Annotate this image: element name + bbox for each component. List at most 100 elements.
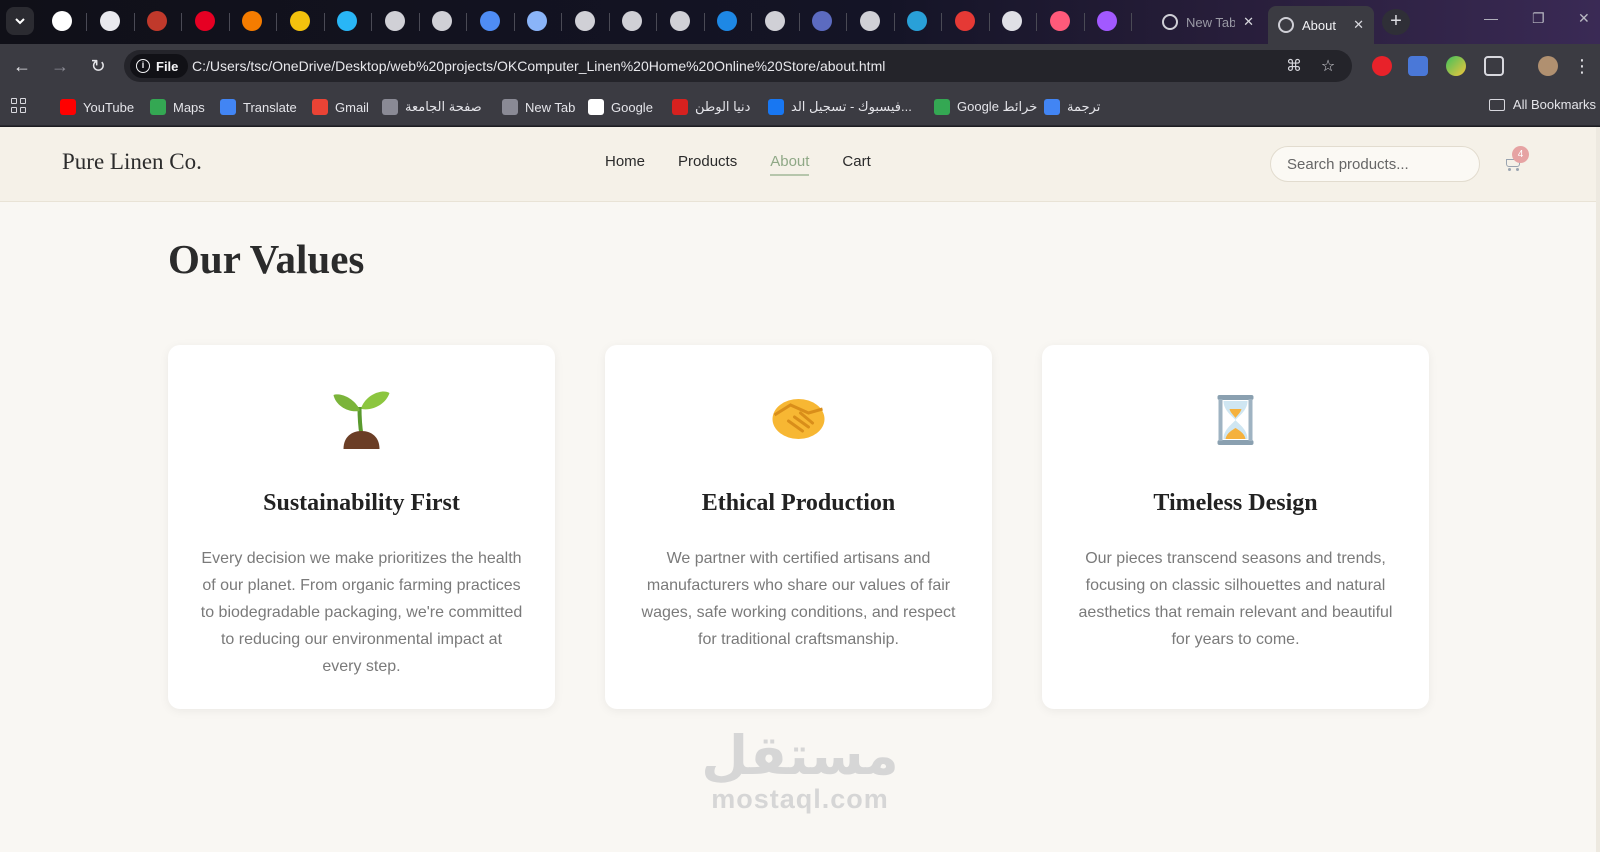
seedling-icon: [333, 391, 390, 449]
tab-title: About: [1302, 17, 1336, 33]
tab-title: New Tab: [1186, 14, 1236, 30]
translate-page-icon[interactable]: ⌘: [1284, 56, 1304, 76]
pinned-tab[interactable]: [470, 6, 510, 36]
bookmark-item[interactable]: دنيا الوطن: [672, 97, 750, 117]
nav-home[interactable]: Home: [605, 153, 645, 176]
pinned-tab[interactable]: [137, 6, 177, 36]
color-extension-icon[interactable]: [1446, 56, 1466, 76]
pinned-tab[interactable]: [660, 6, 700, 36]
gmail-icon: [312, 99, 328, 115]
hourglass-icon: [1217, 395, 1254, 445]
pinned-tab[interactable]: [945, 6, 985, 36]
card-title: Timeless Design: [1153, 490, 1318, 516]
pinned-tab[interactable]: [707, 6, 747, 36]
bookmark-item[interactable]: Maps: [150, 97, 205, 117]
bookmark-label: Google: [611, 99, 653, 115]
info-icon: i: [136, 59, 150, 73]
tab-about[interactable]: About ✕: [1268, 6, 1374, 44]
bookmark-label: Translate: [243, 99, 297, 115]
bookmark-label: New Tab: [525, 99, 576, 115]
bookmark-item[interactable]: YouTube: [60, 97, 134, 117]
profile-avatar[interactable]: [1538, 56, 1558, 76]
tab-separator: [798, 13, 800, 31]
page-viewport: Pure Linen Co. Home Products About Cart …: [0, 127, 1600, 852]
url-text[interactable]: C:/Users/tsc/OneDrive/Desktop/web%20proj…: [192, 58, 885, 74]
bookmark-item[interactable]: Google خرائط: [934, 97, 1037, 117]
forward-icon[interactable]: →: [48, 54, 72, 78]
chrome-icon: [1162, 14, 1178, 30]
page-scrollbar[interactable]: [1596, 127, 1600, 852]
site-info-chip[interactable]: i File: [130, 54, 189, 78]
globe-icon: [764, 11, 785, 31]
restore-icon[interactable]: ❐: [1532, 10, 1545, 27]
bookmark-label: فيسبوك - تسجيل الد...: [791, 99, 912, 114]
bookmark-star-icon[interactable]: ☆: [1318, 56, 1338, 76]
site-header: Pure Linen Co. Home Products About Cart …: [0, 127, 1600, 202]
translate-icon: [1044, 99, 1060, 115]
new-tab-button[interactable]: +: [1382, 9, 1410, 35]
site-logo[interactable]: Pure Linen Co.: [62, 149, 202, 175]
pinned-tab[interactable]: [565, 6, 605, 36]
top-icon: [954, 11, 975, 31]
back-icon[interactable]: ←: [10, 54, 34, 78]
tab-new-tab[interactable]: New Tab ✕: [1152, 6, 1264, 38]
pinned-tab[interactable]: [897, 6, 937, 36]
nav-cart[interactable]: Cart: [842, 153, 870, 176]
pinned-tab[interactable]: [517, 6, 557, 36]
speedtest-icon: [147, 11, 167, 31]
pinned-tab[interactable]: [802, 6, 842, 36]
reload-icon[interactable]: ↻: [86, 54, 110, 78]
card-text: Our pieces transcend seasons and trends,…: [1078, 550, 1393, 648]
pinned-tab[interactable]: [185, 6, 225, 36]
minimize-icon[interactable]: —: [1484, 10, 1498, 26]
tab-separator: [181, 13, 182, 31]
pinned-tab[interactable]: [375, 6, 415, 36]
bookmark-item[interactable]: New Tab: [502, 97, 575, 117]
scheme-label: File: [156, 58, 179, 74]
tab-separator: [988, 13, 990, 31]
all-bookmarks-label: All Bookmarks: [1512, 97, 1596, 112]
address-bar[interactable]: i File C:/Users/tsc/OneDrive/Desktop/web…: [124, 50, 1352, 82]
pinned-tab[interactable]: [280, 6, 320, 36]
facebook-icon: [768, 99, 784, 115]
pinned-tab[interactable]: [992, 6, 1032, 36]
tab-search-button[interactable]: [6, 7, 34, 35]
all-bookmarks-button[interactable]: All Bookmarks: [1488, 97, 1596, 112]
pinned-tab[interactable]: [327, 6, 367, 36]
bookmark-item[interactable]: ترجمة: [1044, 97, 1100, 117]
globe-icon: [502, 99, 518, 115]
search-input[interactable]: [1270, 146, 1480, 182]
tab-separator: [513, 13, 515, 31]
pinned-tab[interactable]: [42, 6, 82, 36]
adblock-extension-icon[interactable]: [1372, 56, 1392, 76]
pinned-tab[interactable]: [1040, 6, 1080, 36]
tab-separator: [86, 13, 87, 31]
menu-kebab-icon[interactable]: ⋮: [1570, 54, 1594, 78]
pinned-tab[interactable]: [90, 6, 130, 36]
bookmark-item[interactable]: Google: [588, 97, 653, 117]
bookmark-label: Google خرائط: [957, 99, 1038, 114]
extensions-puzzle-icon[interactable]: [1484, 56, 1504, 76]
nav-products[interactable]: Products: [678, 153, 737, 176]
tab-separator: [561, 13, 562, 31]
pinned-tab[interactable]: [755, 6, 795, 36]
news-icon: [672, 99, 688, 115]
pinned-tab[interactable]: [422, 6, 462, 36]
pinned-tab[interactable]: [850, 6, 890, 36]
bookmark-item[interactable]: صفحة الجامعة: [382, 97, 482, 117]
translate-extension-icon[interactable]: [1408, 56, 1428, 76]
bookmark-item[interactable]: فيسبوك - تسجيل الد...: [768, 97, 912, 117]
heart-icon: [1049, 11, 1070, 31]
close-icon[interactable]: ✕: [1353, 17, 1364, 33]
pinned-tab[interactable]: [1087, 6, 1127, 36]
pinned-tab[interactable]: [612, 6, 652, 36]
apps-grid-icon[interactable]: [11, 98, 27, 114]
nav-about[interactable]: About: [770, 153, 810, 176]
bookmark-item[interactable]: Translate: [220, 97, 297, 117]
pinned-tab[interactable]: [232, 6, 272, 36]
close-window-icon[interactable]: ✕: [1578, 10, 1590, 27]
close-icon[interactable]: ✕: [1243, 14, 1254, 30]
maps-pin-icon: [934, 99, 950, 115]
fire-icon: [242, 11, 262, 31]
bookmark-item[interactable]: Gmail: [312, 97, 369, 117]
